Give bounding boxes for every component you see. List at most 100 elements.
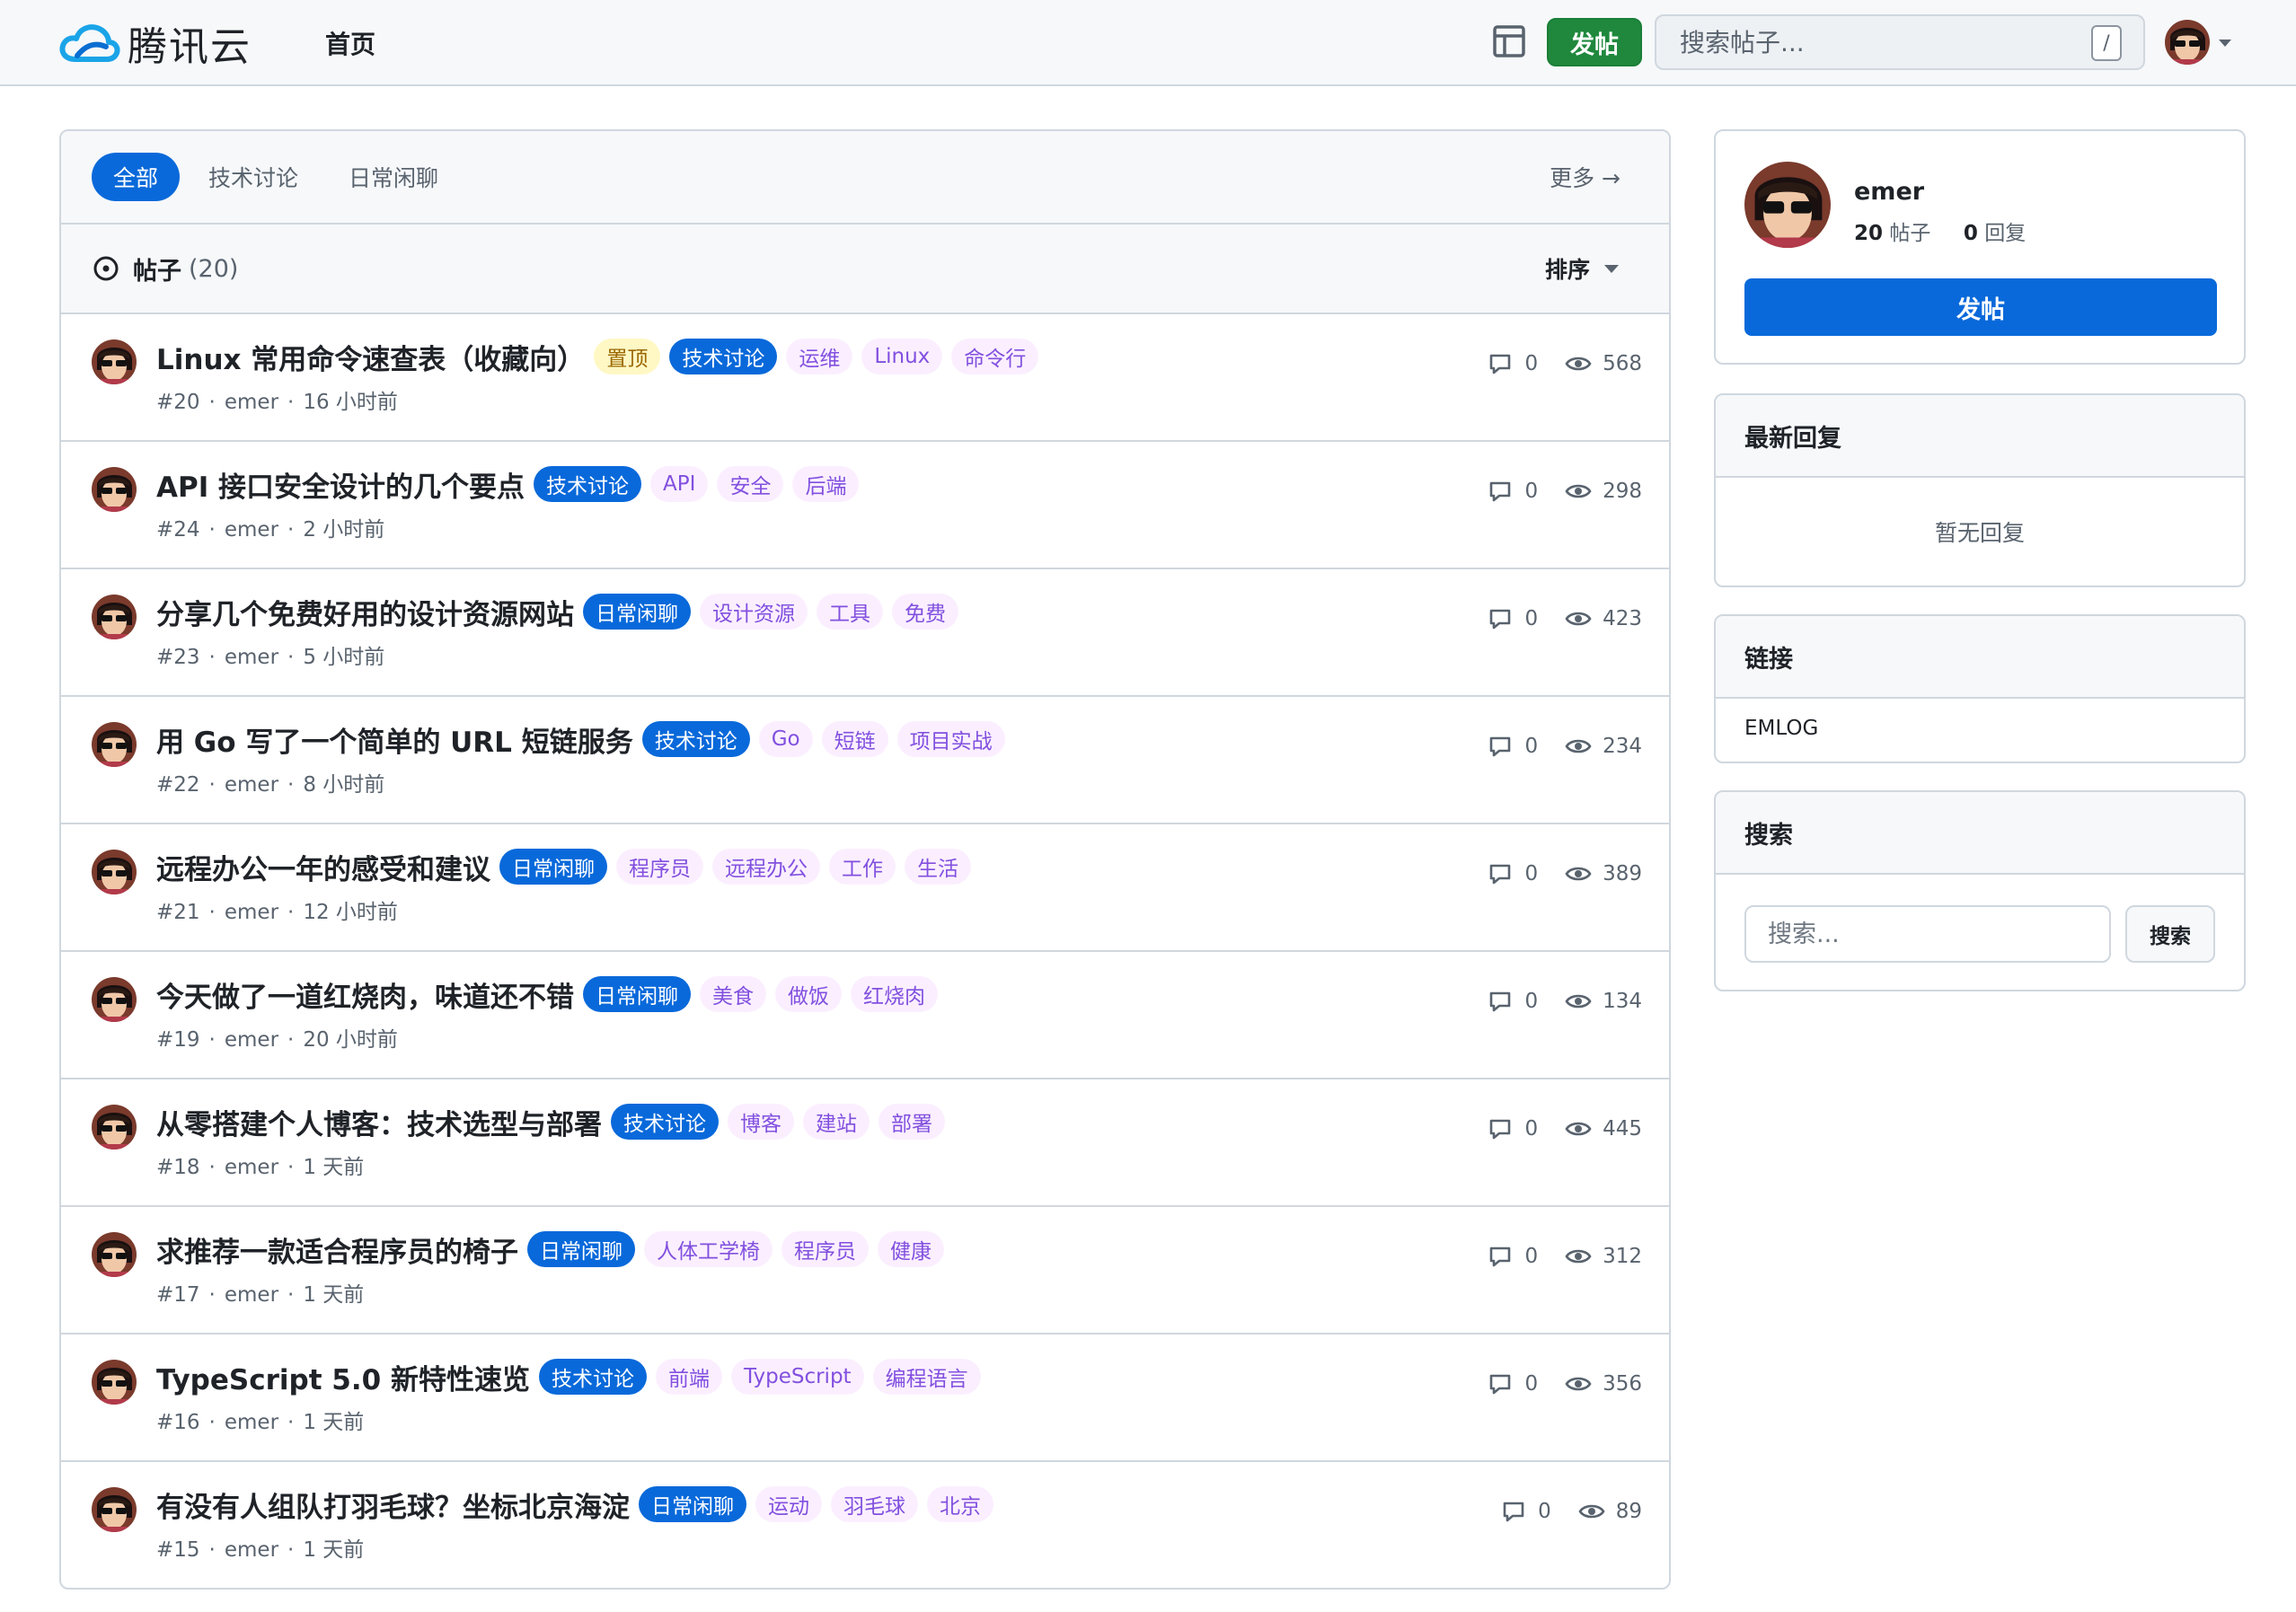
post-author[interactable]: emer [225, 1538, 278, 1562]
author-avatar[interactable] [92, 722, 137, 767]
sidebar-search-input[interactable] [1744, 905, 2111, 963]
category-badge[interactable]: 技术讨论 [669, 339, 778, 374]
category-badge[interactable]: 日常闲聊 [499, 849, 607, 885]
comment-count[interactable]: 0 [1487, 1370, 1538, 1397]
post-row[interactable]: 远程办公一年的感受和建议 日常闲聊 程序员 远程办公 工作 生活 #21 · emer · 12 小… [61, 824, 1669, 952]
comment-count[interactable]: 0 [1487, 733, 1538, 760]
tag-badge[interactable]: 建站 [803, 1104, 870, 1140]
more-link[interactable]: 更多 → [1550, 161, 1620, 193]
brand-logo[interactable]: 腾讯云 [57, 18, 252, 70]
tag-badge[interactable]: 免费 [892, 594, 958, 630]
category-badge[interactable]: 日常闲聊 [639, 1486, 746, 1522]
post-row[interactable]: 今天做了一道红烧肉，味道还不错 日常闲聊 美食 做饭 红烧肉 #19 · emer · 20 小时… [61, 952, 1669, 1079]
author-avatar[interactable] [92, 1105, 137, 1150]
tag-badge[interactable]: 短链 [821, 721, 888, 757]
top-search-box[interactable]: / [1655, 14, 2145, 70]
comment-count[interactable]: 0 [1487, 1115, 1538, 1142]
post-title-link[interactable]: 有没有人组队打羽毛球？坐标北京海淀 [156, 1484, 630, 1525]
comment-count[interactable]: 0 [1487, 605, 1538, 632]
link-item-emlog[interactable]: EMLOG [1716, 699, 2244, 758]
post-row[interactable]: TypeScript 5.0 新特性速览 技术讨论 前端 TypeScript 编程语言… [61, 1335, 1669, 1462]
post-row[interactable]: 求推荐一款适合程序员的椅子 日常闲聊 人体工学椅 程序员 健康 #17 · emer · 1 天前… [61, 1207, 1669, 1335]
author-avatar[interactable] [92, 339, 137, 384]
tag-badge[interactable]: 设计资源 [700, 594, 808, 630]
comment-count[interactable]: 0 [1487, 478, 1538, 505]
comment-count[interactable]: 0 [1487, 988, 1538, 1015]
tag-badge[interactable]: 红烧肉 [851, 976, 938, 1012]
post-author[interactable]: emer [225, 1283, 278, 1307]
post-author[interactable]: emer [225, 646, 278, 669]
post-title-link[interactable]: 从零搭建个人博客：技术选型与部署 [156, 1102, 602, 1142]
author-avatar[interactable] [92, 595, 137, 639]
top-search-input[interactable] [1680, 27, 2057, 57]
post-row[interactable]: 用 Go 写了一个简单的 URL 短链服务 技术讨论 Go 短链 项目实战 #22 · eme… [61, 697, 1669, 824]
comment-count[interactable]: 0 [1487, 860, 1538, 887]
layout-toggle-icon[interactable] [1491, 23, 1527, 59]
post-title-link[interactable]: 分享几个免费好用的设计资源网站 [156, 592, 574, 632]
tab-chat[interactable]: 日常闲聊 [327, 153, 460, 201]
category-badge[interactable]: 日常闲聊 [583, 976, 691, 1012]
category-badge[interactable]: 日常闲聊 [527, 1231, 635, 1267]
chevron-down-icon[interactable] [2219, 40, 2231, 47]
profile-name[interactable]: emer [1854, 178, 1924, 206]
tag-badge[interactable]: 命令行 [951, 339, 1039, 374]
post-author[interactable]: emer [225, 1028, 278, 1052]
post-title-link[interactable]: 今天做了一道红烧肉，味道还不错 [156, 974, 574, 1015]
tag-badge[interactable]: 美食 [700, 976, 766, 1012]
author-avatar[interactable] [92, 1360, 137, 1405]
tag-badge[interactable]: 程序员 [782, 1231, 869, 1267]
tag-badge[interactable]: 北京 [927, 1486, 993, 1522]
tag-badge[interactable]: 健康 [878, 1231, 944, 1267]
post-title-link[interactable]: Linux 常用命令速查表（收藏向） [156, 337, 585, 377]
tag-badge[interactable]: 程序员 [616, 849, 703, 885]
category-badge[interactable]: 技术讨论 [534, 466, 642, 502]
post-row[interactable]: 从零搭建个人博客：技术选型与部署 技术讨论 博客 建站 部署 #18 · emer · 1 天前 0… [61, 1079, 1669, 1207]
category-badge[interactable]: 技术讨论 [539, 1359, 648, 1395]
post-title-link[interactable]: 求推荐一款适合程序员的椅子 [156, 1229, 518, 1270]
category-badge[interactable]: 技术讨论 [641, 721, 750, 757]
tag-badge[interactable]: 人体工学椅 [644, 1231, 773, 1267]
new-post-button[interactable]: 发帖 [1547, 18, 1642, 66]
tag-badge[interactable]: 远程办公 [712, 849, 820, 885]
post-row[interactable]: 分享几个免费好用的设计资源网站 日常闲聊 设计资源 工具 免费 #23 · emer · 5 小时… [61, 569, 1669, 697]
author-avatar[interactable] [92, 977, 137, 1022]
tag-badge[interactable]: Go [758, 721, 813, 757]
tag-badge[interactable]: 工具 [817, 594, 883, 630]
comment-count[interactable]: 0 [1487, 350, 1538, 377]
tag-badge[interactable]: Linux [861, 339, 943, 374]
tag-badge[interactable]: TypeScript [731, 1359, 864, 1395]
post-author[interactable]: emer [225, 1156, 278, 1179]
comment-count[interactable]: 0 [1500, 1498, 1551, 1525]
post-author[interactable]: emer [225, 391, 278, 414]
post-title-link[interactable]: 远程办公一年的感受和建议 [156, 847, 490, 887]
tag-badge[interactable]: 生活 [905, 849, 971, 885]
tag-badge[interactable]: API [650, 466, 709, 502]
tag-badge[interactable]: 运动 [755, 1486, 822, 1522]
comment-count[interactable]: 0 [1487, 1243, 1538, 1270]
post-author[interactable]: emer [225, 1411, 278, 1434]
tag-badge[interactable]: 前端 [656, 1359, 723, 1395]
tag-badge[interactable]: 博客 [728, 1104, 794, 1140]
post-title-link[interactable]: API 接口安全设计的几个要点 [156, 464, 525, 505]
tag-badge[interactable]: 后端 [792, 466, 860, 502]
nav-home-link[interactable]: 首页 [325, 25, 375, 61]
category-badge[interactable]: 日常闲聊 [583, 594, 691, 630]
post-author[interactable]: emer [225, 773, 278, 797]
author-avatar[interactable] [92, 850, 137, 894]
post-row[interactable]: Linux 常用命令速查表（收藏向） 置顶 技术讨论 运维 Linux 命令行 #20 · em… [61, 314, 1669, 442]
category-badge[interactable]: 技术讨论 [611, 1104, 719, 1140]
author-avatar[interactable] [92, 1232, 137, 1277]
post-row[interactable]: 有没有人组队打羽毛球？坐标北京海淀 日常闲聊 运动 羽毛球 北京 #15 · emer · 1 天… [61, 1462, 1669, 1588]
tag-badge[interactable]: 做饭 [775, 976, 842, 1012]
tag-badge[interactable]: 项目实战 [896, 721, 1005, 757]
post-title-link[interactable]: TypeScript 5.0 新特性速览 [156, 1357, 530, 1397]
profile-new-post-button[interactable]: 发帖 [1744, 278, 2217, 336]
profile-avatar[interactable] [1744, 162, 1831, 248]
post-author[interactable]: emer [225, 518, 278, 542]
post-row[interactable]: API 接口安全设计的几个要点 技术讨论 API 安全 后端 #24 · emer · 2 小时前… [61, 442, 1669, 569]
tab-all[interactable]: 全部 [92, 153, 181, 201]
author-avatar[interactable] [92, 467, 137, 512]
tag-badge[interactable]: 羽毛球 [831, 1486, 918, 1522]
user-avatar-menu[interactable] [2165, 20, 2210, 65]
tag-badge[interactable]: 编程语言 [872, 1359, 981, 1395]
